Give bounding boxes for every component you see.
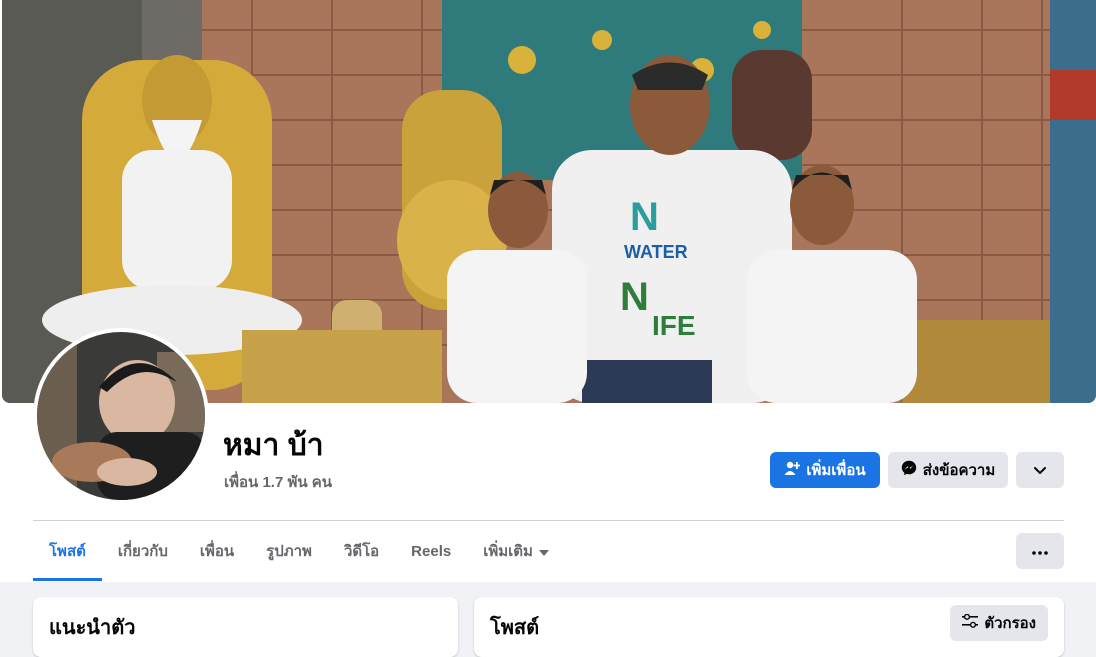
message-button[interactable]: ส่งข้อความ <box>888 452 1008 488</box>
intro-title: แนะนำตัว <box>49 617 136 639</box>
filter-label: ตัวกรอง <box>984 615 1036 632</box>
tab-posts[interactable]: โพสต์ <box>33 521 102 581</box>
chevron-down-icon <box>1034 462 1046 479</box>
add-friend-label: เพิ่มเพื่อน <box>806 462 866 479</box>
tab-label: เพื่อน <box>199 543 235 560</box>
svg-text:N: N <box>620 275 649 319</box>
tab-photos[interactable]: รูปภาพ <box>250 521 328 581</box>
tab-videos[interactable]: วิดีโอ <box>328 521 395 581</box>
add-friend-button[interactable]: เพิ่มเพื่อน <box>770 452 880 488</box>
profile-header: N WATER N IFE หมา บ้า เพื่อน 1.7 พัน คน … <box>0 0 1096 582</box>
add-friend-icon <box>784 460 801 480</box>
profile-name: หมา บ้า <box>223 429 324 462</box>
tab-about[interactable]: เกี่ยวกับ <box>102 521 184 581</box>
tab-label: รูปภาพ <box>266 543 312 560</box>
message-label: ส่งข้อความ <box>922 462 996 479</box>
svg-text:IFE: IFE <box>652 310 696 341</box>
profile-tabs: โพสต์ เกี่ยวกับ เพื่อน รูปภาพ วิดีโอ Ree… <box>33 521 565 581</box>
profile-dropdown-button[interactable] <box>1016 452 1064 488</box>
tab-label: วิดีโอ <box>343 543 380 560</box>
tab-friends[interactable]: เพื่อน <box>184 521 250 581</box>
posts-title: โพสต์ <box>490 617 540 639</box>
more-options-button[interactable] <box>1016 533 1064 569</box>
filter-button[interactable]: ตัวกรอง <box>950 605 1048 641</box>
messenger-icon <box>901 460 917 480</box>
tab-more[interactable]: เพิ่มเติม <box>467 521 565 581</box>
caret-down-icon <box>538 543 549 560</box>
friends-count[interactable]: เพื่อน 1.7 พัน คน <box>224 470 332 494</box>
posts-card: โพสต์ ตัวกรอง <box>474 597 1064 657</box>
tab-label: Reels <box>411 542 452 560</box>
ellipsis-icon <box>1032 542 1048 560</box>
tab-reels[interactable]: Reels <box>395 521 467 581</box>
svg-text:N: N <box>630 195 659 239</box>
intro-card: แนะนำตัว <box>33 597 458 657</box>
tab-label: เกี่ยวกับ <box>117 543 168 560</box>
profile-avatar[interactable] <box>33 328 209 504</box>
filter-icon <box>962 613 979 632</box>
svg-text:WATER: WATER <box>624 242 688 262</box>
tab-label: โพสต์ <box>49 543 86 560</box>
tab-label: เพิ่มเติม <box>483 543 533 560</box>
